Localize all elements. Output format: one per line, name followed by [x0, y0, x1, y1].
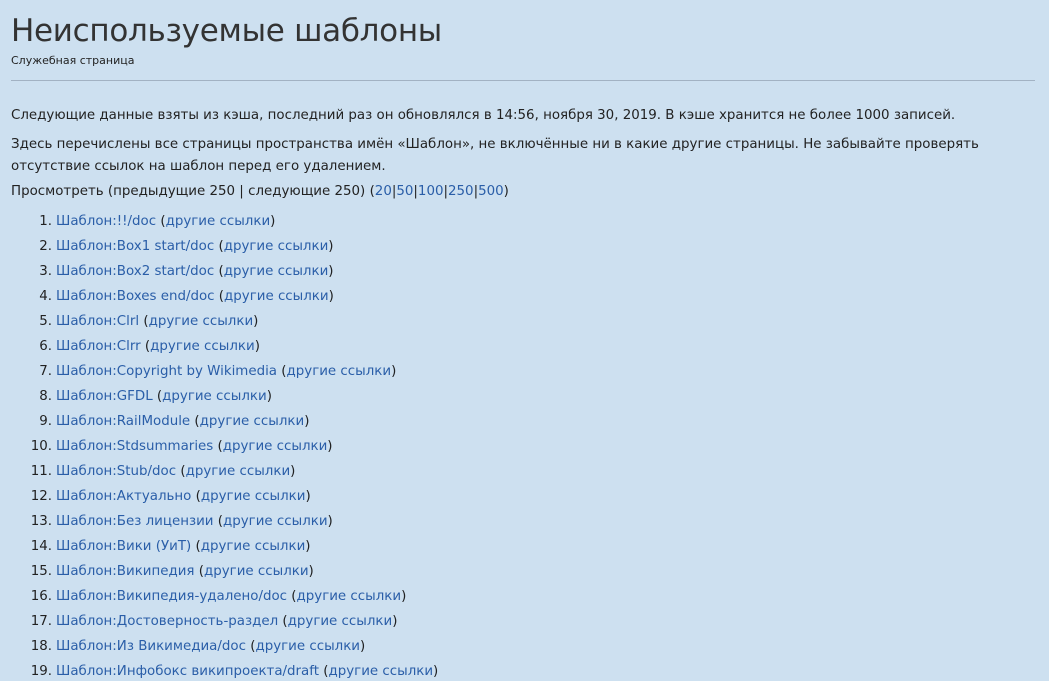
- list-item-number: 18.: [30, 639, 52, 654]
- other-links-link[interactable]: другие ссылки: [223, 514, 328, 529]
- template-link[interactable]: Шаблон:Clrl: [56, 314, 139, 329]
- limit-link-20[interactable]: 20: [375, 184, 392, 199]
- list-item-number: 8.: [39, 389, 52, 404]
- template-link[interactable]: Шаблон:Википедия: [56, 564, 195, 579]
- pagination-limits: (20|50|100|250|500): [370, 184, 509, 199]
- list-item: 7. Шаблон:Copyright by Wikimedia (другие …: [39, 361, 438, 386]
- list-item: 6. Шаблон:Clrr (другие ссылки): [39, 336, 438, 361]
- page-description: Здесь перечислены все страницы пространс…: [11, 137, 979, 174]
- list-item-number: 7.: [39, 364, 52, 379]
- pagination-prev: (предыдущие 250: [107, 184, 236, 199]
- template-link[interactable]: Шаблон:Википедия-удалено/doc: [56, 589, 287, 604]
- other-links-link[interactable]: другие ссылки: [186, 464, 291, 479]
- template-link[interactable]: Шаблон:Stub/doc: [56, 464, 176, 479]
- template-link[interactable]: Шаблон:Актуально: [56, 489, 191, 504]
- list-item: 12. Шаблон:Актуально (другие ссылки): [31, 486, 438, 511]
- list-item-number: 16.: [30, 589, 52, 604]
- list-item-number: 15.: [30, 564, 52, 579]
- other-links-link[interactable]: другие ссылки: [288, 614, 393, 629]
- other-links-link[interactable]: другие ссылки: [297, 589, 402, 604]
- pagination-view-label: Просмотреть: [11, 184, 104, 199]
- other-links-link[interactable]: другие ссылки: [224, 264, 329, 279]
- list-item: 18. Шаблон:Из Викимедиа/doc (другие ссылк…: [31, 636, 438, 661]
- other-links-link[interactable]: другие ссылки: [200, 414, 305, 429]
- limit-link-500[interactable]: 500: [478, 184, 504, 199]
- template-link[interactable]: Шаблон:!!/doc: [56, 214, 156, 229]
- list-item-number: 6.: [39, 339, 52, 354]
- other-links-link[interactable]: другие ссылки: [166, 214, 271, 229]
- pagination-separator: |: [239, 184, 244, 199]
- template-link[interactable]: Шаблон:Вики (УиТ): [56, 539, 191, 554]
- other-links-link[interactable]: другие ссылки: [287, 364, 392, 379]
- list-item-number: 11.: [30, 464, 52, 479]
- list-item: 15. Шаблон:Википедия (другие ссылки): [31, 561, 438, 586]
- list-item-number: 14.: [30, 539, 52, 554]
- list-item-number: 13.: [30, 514, 52, 529]
- limit-link-50[interactable]: 50: [396, 184, 413, 199]
- other-links-link[interactable]: другие ссылки: [255, 639, 360, 654]
- other-links-link[interactable]: другие ссылки: [150, 339, 255, 354]
- other-links-link[interactable]: другие ссылки: [201, 539, 306, 554]
- list-item: 13. Шаблон:Без лицензии (другие ссылки): [31, 511, 438, 536]
- template-link[interactable]: Шаблон:RailModule: [56, 414, 190, 429]
- list-item: 11. Шаблон:Stub/doc (другие ссылки): [31, 461, 438, 486]
- list-item: 19. Шаблон:Инфобокс википроекта/draft (др…: [31, 661, 439, 681]
- template-link[interactable]: Шаблон:Без лицензии: [56, 514, 214, 529]
- template-link[interactable]: Шаблон:Boxes end/doc: [56, 289, 215, 304]
- pagination-bar: Просмотреть (предыдущие 250 | следующие …: [11, 181, 1035, 203]
- list-item-number: 12.: [30, 489, 52, 504]
- title-divider: [11, 80, 1035, 81]
- template-link[interactable]: Шаблон:Из Викимедиа/doc: [56, 639, 246, 654]
- template-link[interactable]: Шаблон:Достоверность-раздел: [56, 614, 278, 629]
- limit-link-100[interactable]: 100: [418, 184, 444, 199]
- list-item: 1. Шаблон:!!/doc (другие ссылки): [39, 211, 438, 236]
- list-item: 8. Шаблон:GFDL (другие ссылки): [39, 386, 438, 411]
- other-links-link[interactable]: другие ссылки: [328, 664, 433, 679]
- other-links-link[interactable]: другие ссылки: [201, 489, 306, 504]
- list-item-number: 3.: [39, 264, 52, 279]
- cache-notice: Следующие данные взяты из кэша, последни…: [11, 108, 956, 123]
- list-item: 2. Шаблон:Box1 start/doc (другие ссылки): [39, 236, 438, 261]
- template-link[interactable]: Шаблон:Box2 start/doc: [56, 264, 214, 279]
- list-item: 3. Шаблон:Box2 start/doc (другие ссылки): [39, 261, 438, 286]
- list-item: 5. Шаблон:Clrl (другие ссылки): [39, 311, 438, 336]
- other-links-link[interactable]: другие ссылки: [149, 314, 254, 329]
- list-item: 16. Шаблон:Википедия-удалено/doc (другие …: [31, 586, 438, 611]
- page-title: Неиспользуемые шаблоны: [11, 13, 442, 49]
- list-item-number: 1.: [39, 214, 52, 229]
- limit-link-250[interactable]: 250: [448, 184, 474, 199]
- template-link[interactable]: Шаблон:Инфобокс википроекта/draft: [56, 664, 319, 679]
- list-item-number: 5.: [39, 314, 52, 329]
- pagination-next: следующие 250): [248, 184, 366, 199]
- other-links-link[interactable]: другие ссылки: [162, 389, 267, 404]
- template-link[interactable]: Шаблон:Stdsummaries: [56, 439, 213, 454]
- other-links-link[interactable]: другие ссылки: [224, 289, 329, 304]
- page-subtitle: Служебная страница: [11, 54, 135, 67]
- limits-close-paren: ): [503, 184, 509, 199]
- template-link[interactable]: Шаблон:Copyright by Wikimedia: [56, 364, 277, 379]
- list-item: 10. Шаблон:Stdsummaries (другие ссылки): [31, 436, 438, 461]
- unused-templates-list: 1. Шаблон:!!/doc (другие ссылки) 2. Шаблон:…: [31, 211, 439, 681]
- template-link[interactable]: Шаблон:Clrr: [56, 339, 141, 354]
- list-item-number: 9.: [39, 414, 52, 429]
- list-item-number: 2.: [39, 239, 52, 254]
- list-item-number: 10.: [30, 439, 52, 454]
- other-links-link[interactable]: другие ссылки: [204, 564, 309, 579]
- list-item-number: 17.: [30, 614, 52, 629]
- template-link[interactable]: Шаблон:GFDL: [56, 389, 153, 404]
- other-links-link[interactable]: другие ссылки: [223, 439, 328, 454]
- other-links-link[interactable]: другие ссылки: [224, 239, 329, 254]
- list-item-number: 19.: [30, 664, 52, 679]
- list-item: 14. Шаблон:Вики (УиТ) (другие ссылки): [31, 536, 438, 561]
- list-item: 9. Шаблон:RailModule (другие ссылки): [39, 411, 438, 436]
- list-item-number: 4.: [39, 289, 52, 304]
- list-item: 17. Шаблон:Достоверность-раздел (другие с…: [31, 611, 438, 636]
- template-link[interactable]: Шаблон:Box1 start/doc: [56, 239, 214, 254]
- list-item: 4. Шаблон:Boxes end/doc (другие ссылки): [39, 286, 438, 311]
